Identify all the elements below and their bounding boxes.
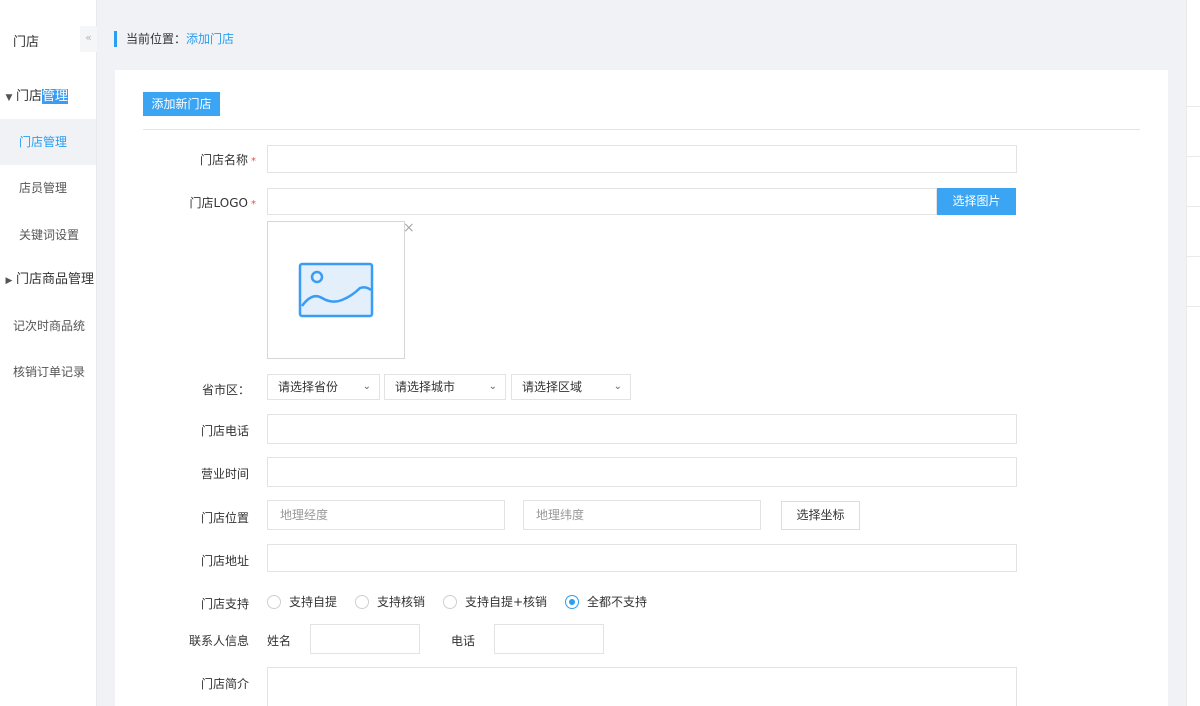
image-icon: [298, 262, 374, 318]
radio-label: 全都不支持: [587, 595, 648, 609]
sidebar-item-store-management[interactable]: 门店管理: [0, 119, 96, 165]
remove-logo-icon[interactable]: ×: [403, 220, 415, 236]
store-location-label: 门店位置: [200, 511, 249, 525]
sidebar-header: 门店 «: [0, 0, 97, 78]
main-card: 添加新门店 门店名称 * 门店LOGO * 选择图片 × 省市区： 请选择省份 ⌄ 请…: [115, 70, 1168, 706]
radio-label: 支持核销: [377, 595, 426, 609]
radio-selected-icon: [565, 595, 579, 609]
contact-name-input[interactable]: [310, 624, 420, 654]
logo-preview: [267, 221, 405, 359]
store-address-input[interactable]: [267, 544, 1017, 572]
store-phone-input[interactable]: [267, 414, 1017, 444]
radio-self-pickup[interactable]: 支持自提: [267, 594, 337, 610]
contact-info-label: 联系人信息: [188, 634, 249, 648]
city-value: 请选择城市: [395, 380, 456, 394]
province-select[interactable]: 请选择省份 ⌄: [267, 374, 380, 400]
sidebar: 门店 « ▼ 门店管理 门店管理 店员管理 关键词设置 ▶ 门店商品管理 记次时商品…: [0, 0, 97, 706]
sidebar-item-timed-goods[interactable]: 记次时商品统: [0, 303, 96, 349]
sidebar-group-label-a: 门店: [16, 89, 43, 104]
caret-down-icon: ▼: [5, 93, 13, 103]
longitude-input[interactable]: 地理经度: [267, 500, 505, 530]
divider: [143, 129, 1140, 130]
store-logo-input[interactable]: [267, 188, 937, 215]
radio-label: 支持自提: [289, 595, 338, 609]
province-value: 请选择省份: [278, 380, 339, 394]
sidebar-item-label: 核销订单记录: [13, 365, 86, 379]
radio-circle-icon: [355, 595, 369, 609]
district-select[interactable]: 请选择区域 ⌄: [511, 374, 631, 400]
store-intro-label: 门店简介: [200, 677, 249, 691]
chevron-down-icon: ⌄: [362, 381, 371, 392]
store-name-input[interactable]: [267, 145, 1017, 173]
sidebar-item-label: 门店管理: [19, 135, 68, 149]
store-address-label: 门店地址: [200, 554, 249, 568]
radio-label: 支持自提+核销: [465, 595, 548, 609]
required-mark: *: [251, 156, 256, 167]
sidebar-item-verify-orders[interactable]: 核销订单记录: [0, 349, 96, 395]
business-hours-input[interactable]: [267, 457, 1017, 487]
store-name-label-text: 门店名称: [199, 153, 248, 167]
collapse-icon[interactable]: «: [80, 26, 97, 52]
sidebar-item-label: 关键词设置: [19, 228, 80, 242]
store-logo-label-text: 门店LOGO: [189, 196, 248, 210]
sidebar-group-label: 门店商品管理: [16, 272, 95, 287]
latitude-input[interactable]: 地理纬度: [523, 500, 761, 530]
contact-phone-label: 电话: [451, 634, 476, 648]
radio-circle-icon: [443, 595, 457, 609]
store-support-label: 门店支持: [200, 597, 249, 611]
sidebar-item-label: 店员管理: [19, 181, 68, 195]
sidebar-item-label: 记次时商品统: [13, 319, 86, 333]
pick-image-button[interactable]: 选择图片: [937, 188, 1016, 215]
store-logo-label: 门店LOGO *: [136, 194, 256, 211]
contact-name-label: 姓名: [267, 634, 292, 648]
sidebar-group-label-b: 管理: [42, 89, 69, 104]
region-label: 省市区：: [201, 383, 250, 397]
store-intro-textarea[interactable]: [267, 667, 1017, 706]
breadcrumb-prefix: 当前位置：: [126, 32, 187, 46]
chevron-down-icon: ⌄: [613, 381, 622, 392]
sidebar-item-staff-management[interactable]: 店员管理: [0, 165, 96, 211]
sidebar-group-store-goods[interactable]: ▶ 门店商品管理: [0, 257, 96, 303]
radio-none-supported[interactable]: 全都不支持: [565, 594, 647, 610]
sidebar-title: 门店: [13, 35, 40, 50]
store-phone-label: 门店电话: [200, 424, 249, 438]
breadcrumb-current[interactable]: 添加门店: [186, 32, 234, 46]
chevron-down-icon: ⌄: [488, 381, 497, 392]
required-mark: *: [251, 199, 256, 210]
sidebar-group-store-management[interactable]: ▼ 门店管理: [0, 74, 96, 120]
business-hours-label: 营业时间: [200, 467, 249, 481]
sidebar-item-keyword-settings[interactable]: 关键词设置: [0, 212, 96, 258]
radio-pickup-and-verification[interactable]: 支持自提+核销: [443, 594, 547, 610]
district-value: 请选择区域: [522, 380, 583, 394]
pick-coordinates-button[interactable]: 选择坐标: [781, 501, 860, 530]
store-name-label: 门店名称 *: [136, 151, 256, 168]
contact-phone-input[interactable]: [494, 624, 604, 654]
breadcrumb: 当前位置：添加门店: [114, 31, 234, 47]
radio-circle-icon: [267, 595, 281, 609]
radio-verification[interactable]: 支持核销: [355, 594, 425, 610]
add-store-button[interactable]: 添加新门店: [143, 92, 220, 116]
caret-right-icon: ▶: [5, 276, 13, 286]
right-panel-edge: [1186, 0, 1200, 706]
city-select[interactable]: 请选择城市 ⌄: [384, 374, 506, 400]
